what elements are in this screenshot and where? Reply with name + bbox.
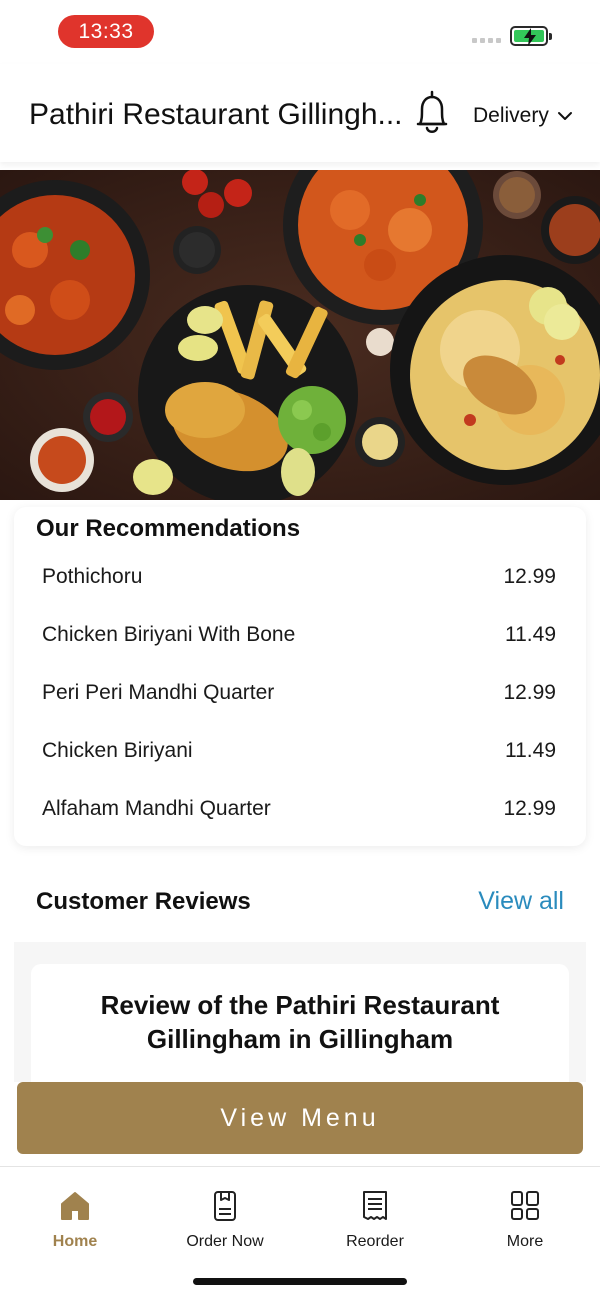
hero-food-image xyxy=(0,170,600,500)
item-price: 12.99 xyxy=(503,565,556,588)
tab-reorder[interactable]: Reorder xyxy=(315,1189,435,1251)
delivery-mode-label: Delivery xyxy=(473,104,549,127)
view-all-link[interactable]: View all xyxy=(478,887,564,916)
bell-icon[interactable] xyxy=(412,90,452,138)
app-screen: 13:33 Pathiri Restaurant Gillingh... Del… xyxy=(0,0,600,1298)
status-bar: 13:33 xyxy=(0,0,600,64)
customer-reviews-section: Customer Reviews View all Review of the … xyxy=(14,862,586,1104)
tab-label: Reorder xyxy=(346,1233,404,1250)
item-name: Pothichoru xyxy=(42,565,143,588)
grid-icon xyxy=(511,1191,539,1220)
tab-more[interactable]: More xyxy=(465,1189,585,1251)
reviews-title: Customer Reviews xyxy=(36,888,251,915)
list-item[interactable]: Chicken Biriyani With Bone 11.49 xyxy=(42,618,556,652)
list-item[interactable]: Alfaham Mandhi Quarter 12.99 xyxy=(42,792,556,826)
item-price: 11.49 xyxy=(505,623,556,646)
item-name: Alfaham Mandhi Quarter xyxy=(42,797,271,820)
recommendations-card: Our Recommendations Pothichoru 12.99 Chi… xyxy=(14,507,586,846)
status-time: 13:33 xyxy=(58,15,154,48)
item-price: 11.49 xyxy=(505,739,556,762)
item-price: 12.99 xyxy=(503,797,556,820)
tab-home[interactable]: Home xyxy=(15,1189,135,1251)
review-card-title: Review of the Pathiri Restaurant Gilling… xyxy=(100,990,500,1054)
list-item[interactable]: Chicken Biriyani 11.49 xyxy=(42,734,556,768)
item-name: Peri Peri Mandhi Quarter xyxy=(42,681,275,704)
tab-label: More xyxy=(506,1233,544,1250)
order-icon xyxy=(214,1191,236,1221)
recommendations-title: Our Recommendations xyxy=(36,515,301,542)
header: Pathiri Restaurant Gillingh... Delivery xyxy=(0,64,600,162)
home-icon xyxy=(61,1192,89,1220)
restaurant-title[interactable]: Pathiri Restaurant Gillingh... xyxy=(29,98,403,132)
item-name: Chicken Biriyani xyxy=(42,739,193,762)
item-name: Chicken Biriyani With Bone xyxy=(42,623,296,646)
item-price: 12.99 xyxy=(503,681,556,704)
tab-label: Order Now xyxy=(186,1233,264,1250)
view-menu-button[interactable]: View Menu xyxy=(17,1082,583,1154)
reviews-header: Customer Reviews View all xyxy=(14,862,586,942)
battery-icon xyxy=(510,26,552,46)
signal-icon xyxy=(472,38,501,43)
home-indicator[interactable] xyxy=(193,1278,407,1285)
list-item[interactable]: Peri Peri Mandhi Quarter 12.99 xyxy=(42,676,556,710)
tab-label: Home xyxy=(52,1233,98,1250)
delivery-mode-select[interactable]: Delivery xyxy=(473,104,573,128)
list-item[interactable]: Pothichoru 12.99 xyxy=(42,560,556,594)
tab-order-now[interactable]: Order Now xyxy=(165,1189,285,1251)
receipt-icon xyxy=(363,1191,387,1220)
chevron-down-icon xyxy=(557,112,572,120)
